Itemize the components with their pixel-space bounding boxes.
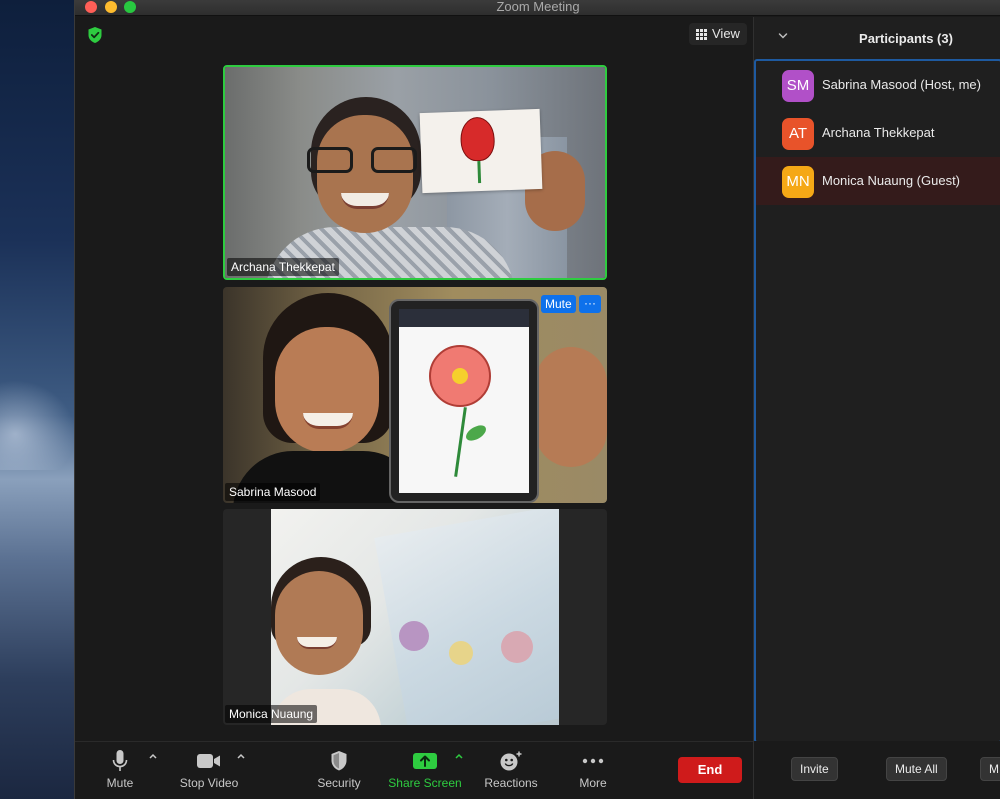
- grid-icon: [696, 28, 707, 40]
- share-options-caret-icon[interactable]: [454, 752, 464, 760]
- share-screen-icon: [413, 753, 437, 769]
- more-participant-actions-button[interactable]: M: [980, 757, 1000, 781]
- participants-footer: Invite Mute All M: [753, 741, 1000, 799]
- security-label: Security: [317, 776, 361, 790]
- video-camera-icon: [197, 754, 220, 768]
- meeting-toolbar: Mute Stop Video Security Share Screen Re…: [75, 741, 753, 799]
- mute-button[interactable]: Mute: [97, 748, 143, 790]
- desktop-background: [0, 0, 76, 799]
- zoom-window: Zoom Meeting View Archana Thekkepat Mute…: [74, 0, 1000, 799]
- avatar: AT: [782, 118, 814, 150]
- video-name-label: Sabrina Masood: [225, 483, 321, 501]
- audio-options-caret-icon[interactable]: [148, 752, 158, 760]
- tile-mute-button[interactable]: Mute: [541, 295, 576, 313]
- video-name-label: Archana Thekkepat: [227, 258, 339, 276]
- stop-video-label: Stop Video: [179, 776, 239, 790]
- participants-title: Participants (3): [859, 31, 953, 46]
- chevron-down-icon[interactable]: [778, 31, 788, 41]
- avatar: MN: [782, 166, 814, 198]
- mute-all-button[interactable]: Mute All: [886, 757, 947, 781]
- participant-face: [275, 327, 379, 453]
- more-dots-icon: [582, 758, 604, 764]
- shield-check-icon[interactable]: [87, 26, 103, 44]
- microphone-icon: [112, 750, 128, 771]
- more-button[interactable]: More: [573, 748, 613, 790]
- participant-row[interactable]: MN Monica Nuaung (Guest): [756, 157, 1000, 205]
- rose-drawing-card: [419, 108, 543, 194]
- participants-list: SM Sabrina Masood (Host, me) AT Archana …: [754, 59, 1000, 743]
- security-button[interactable]: Security: [309, 748, 369, 790]
- window-title: Zoom Meeting: [496, 0, 580, 14]
- video-feed: [271, 509, 559, 725]
- participant-name: Monica Nuaung (Guest): [822, 173, 961, 188]
- participant-row[interactable]: SM Sabrina Masood (Host, me): [756, 61, 1000, 109]
- smiley-plus-icon: [500, 751, 522, 771]
- view-button[interactable]: View: [689, 23, 747, 45]
- shield-icon: [331, 751, 347, 771]
- participant-row[interactable]: AT Archana Thekkepat: [756, 109, 1000, 157]
- video-tile-monica[interactable]: Monica Nuaung: [223, 509, 607, 725]
- participant-name: Archana Thekkepat: [822, 125, 935, 140]
- invite-button[interactable]: Invite: [791, 757, 838, 781]
- reactions-button[interactable]: Reactions: [481, 748, 541, 790]
- video-tile-sabrina[interactable]: Mute ··· Sabrina Masood: [223, 287, 607, 503]
- tablet-flower-drawing: [389, 299, 539, 503]
- title-bar: Zoom Meeting: [75, 0, 1000, 16]
- avatar: SM: [782, 70, 814, 102]
- participant-face: [275, 571, 363, 675]
- end-meeting-button[interactable]: End: [678, 757, 742, 783]
- participant-name: Sabrina Masood (Host, me): [822, 77, 981, 92]
- mute-label: Mute: [106, 776, 134, 790]
- participants-panel: Participants (3) SM Sabrina Masood (Host…: [753, 17, 1000, 743]
- tile-more-options-button[interactable]: ···: [579, 295, 601, 313]
- screen: Zoom Meeting View Archana Thekkepat Mute…: [0, 0, 1000, 799]
- video-options-caret-icon[interactable]: [236, 752, 246, 760]
- participant-face: [317, 115, 413, 233]
- view-button-label: View: [712, 26, 740, 41]
- video-tile-archana[interactable]: Archana Thekkepat: [223, 65, 607, 280]
- participants-header: Participants (3): [754, 17, 1000, 57]
- more-label: More: [579, 776, 607, 790]
- reactions-label: Reactions: [484, 776, 538, 790]
- share-screen-label: Share Screen: [388, 776, 462, 790]
- video-name-label: Monica Nuaung: [225, 705, 318, 723]
- video-gallery: View Archana Thekkepat Mute ··· Sabrina …: [75, 17, 753, 741]
